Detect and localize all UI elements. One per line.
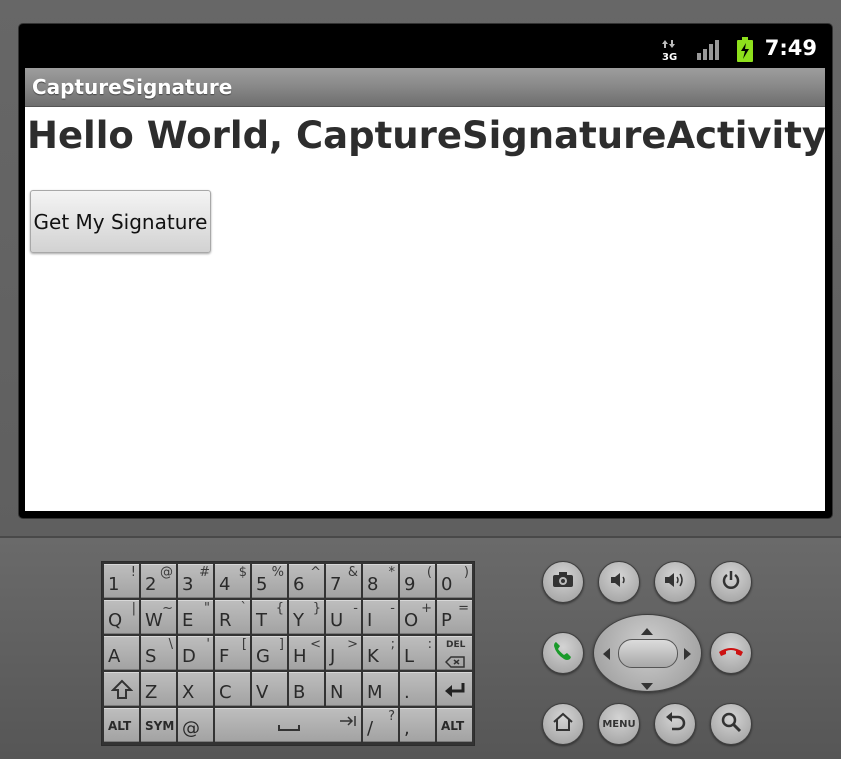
key-c[interactable]: C — [215, 672, 250, 706]
home-button[interactable] — [542, 703, 584, 745]
key-q[interactable]: Q | — [104, 600, 139, 634]
key-period[interactable]: . — [400, 672, 435, 706]
end-call-icon — [717, 643, 745, 663]
shift-icon — [110, 679, 134, 706]
key-at[interactable]: @ — [178, 708, 213, 742]
key-l[interactable]: L: — [400, 636, 435, 670]
key-sym[interactable]: SYM — [141, 708, 176, 742]
key-shift[interactable] — [104, 672, 139, 706]
key-h[interactable]: H < — [289, 636, 324, 670]
volume-down-button[interactable] — [598, 561, 640, 603]
menu-button[interactable]: MENU — [598, 703, 640, 745]
key-8[interactable]: 8 * — [363, 564, 398, 598]
hello-text: Hello World, CaptureSignatureActivity! — [27, 114, 825, 157]
dpad-center-button[interactable] — [618, 639, 678, 668]
phone-call-icon — [551, 639, 575, 667]
key-comma[interactable]: , — [400, 708, 435, 742]
dpad[interactable] — [593, 614, 702, 692]
search-button[interactable] — [710, 703, 752, 745]
key-slash[interactable]: /? — [363, 708, 398, 742]
key-d[interactable]: D ' — [178, 636, 213, 670]
key-n[interactable]: N — [326, 672, 361, 706]
key-i[interactable]: I- — [363, 600, 398, 634]
key-7[interactable]: 7 & — [326, 564, 361, 598]
key-z[interactable]: Z — [141, 672, 176, 706]
volume-up-icon — [663, 571, 687, 593]
key-o[interactable]: O + — [400, 600, 435, 634]
volume-up-button[interactable] — [654, 561, 696, 603]
key-2[interactable]: 2 @ — [141, 564, 176, 598]
dpad-left-icon[interactable] — [602, 646, 611, 665]
battery-charging-icon — [737, 37, 753, 66]
search-icon — [720, 711, 742, 737]
power-icon — [721, 570, 741, 594]
key-b[interactable]: B — [289, 672, 324, 706]
key-9[interactable]: 9( — [400, 564, 435, 598]
status-clock: 7:49 — [764, 36, 817, 60]
svg-text:3G: 3G — [662, 52, 677, 61]
key-5[interactable]: 5% — [252, 564, 287, 598]
key-v[interactable]: V — [252, 672, 287, 706]
key-s[interactable]: S \ — [141, 636, 176, 670]
back-button[interactable] — [654, 703, 696, 745]
enter-icon — [443, 681, 467, 704]
network-3g-icon: 3G — [661, 39, 679, 65]
key-m[interactable]: M — [363, 672, 398, 706]
dpad-up-icon[interactable] — [640, 621, 654, 640]
key-alt-left[interactable]: ALT — [104, 708, 139, 742]
key-k[interactable]: K; — [363, 636, 398, 670]
device-screen: 3G 7:49 CaptureSignature Hello World, Ca… — [25, 30, 825, 511]
key-1[interactable]: 1! — [104, 564, 139, 598]
home-icon — [552, 712, 574, 736]
end-call-button[interactable] — [710, 632, 752, 674]
key-6[interactable]: 6 ^ — [289, 564, 324, 598]
key-enter[interactable] — [437, 672, 472, 706]
app-title-bar: CaptureSignature — [25, 68, 825, 107]
power-button[interactable] — [710, 561, 752, 603]
key-w[interactable]: W ~ — [141, 600, 176, 634]
key-p[interactable]: P = — [437, 600, 472, 634]
key-x[interactable]: X — [178, 672, 213, 706]
camera-icon — [552, 572, 574, 592]
key-r[interactable]: R ` — [215, 600, 250, 634]
menu-label: MENU — [602, 718, 636, 730]
key-f[interactable]: F[ — [215, 636, 250, 670]
key-j[interactable]: J > — [326, 636, 361, 670]
signal-strength-icon — [696, 39, 722, 65]
key-g[interactable]: G] — [252, 636, 287, 670]
key-u[interactable]: U- — [326, 600, 361, 634]
key-0[interactable]: 0) — [437, 564, 472, 598]
camera-button[interactable] — [542, 561, 584, 603]
key-a[interactable]: A — [104, 636, 139, 670]
dpad-down-icon[interactable] — [640, 676, 654, 695]
status-bar: 3G 7:49 — [25, 30, 825, 68]
back-icon — [664, 711, 686, 737]
space-icon — [278, 716, 300, 737]
key-e[interactable]: E " — [178, 600, 213, 634]
key-3[interactable]: 3 # — [178, 564, 213, 598]
key-space[interactable] — [215, 708, 361, 742]
call-button[interactable] — [542, 632, 584, 674]
key-alt-right[interactable]: ALT — [437, 708, 472, 742]
dpad-right-icon[interactable] — [683, 646, 692, 665]
key-t[interactable]: T{ — [252, 600, 287, 634]
volume-down-icon — [609, 571, 629, 593]
key-4[interactable]: 4 $ — [215, 564, 250, 598]
delete-label: DEL — [446, 640, 466, 650]
get-signature-button[interactable]: Get My Signature — [30, 190, 211, 253]
backspace-icon — [444, 652, 465, 673]
hardware-keyboard: 1! 2 @ 3 # 4 $ 5% 6 ^ 7 & 8 * 9( 0) Q | W ~ E " R… — [101, 561, 475, 746]
key-y[interactable]: Y} — [289, 600, 324, 634]
tab-icon — [339, 711, 357, 732]
app-title: CaptureSignature — [32, 75, 233, 99]
key-delete[interactable]: DEL — [437, 636, 472, 670]
